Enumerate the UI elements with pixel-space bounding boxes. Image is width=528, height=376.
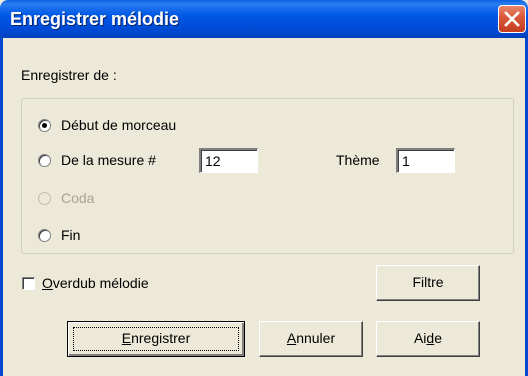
radio-debut[interactable]	[38, 119, 51, 132]
radio-fin[interactable]	[38, 229, 51, 242]
radio-fin-label[interactable]: Fin	[61, 227, 80, 243]
theme-input[interactable]: 1	[396, 148, 455, 173]
help-label-pre: Ai	[413, 330, 427, 346]
close-button[interactable]	[498, 5, 526, 33]
dialog-window: Enregistrer mélodie Enregistrer de : Déb…	[0, 0, 528, 376]
overdub-mnemonic: O	[42, 275, 53, 291]
cancel-label: nnuler	[296, 330, 336, 346]
focus-indicator	[73, 327, 239, 351]
window-title: Enregistrer mélodie	[10, 9, 180, 29]
title-bar[interactable]: Enregistrer mélodie	[0, 0, 528, 38]
radio-mesure[interactable]	[38, 154, 51, 167]
radio-debut-label[interactable]: Début de morceau	[61, 117, 176, 133]
radio-coda-label: Coda	[61, 190, 95, 206]
filter-button[interactable]: Filtre	[376, 265, 480, 301]
close-icon	[504, 11, 520, 27]
theme-label: Thème	[336, 152, 380, 168]
radio-coda	[38, 192, 51, 205]
record-from-label: Enregistrer de :	[21, 67, 117, 83]
record-button[interactable]: Enregistrer	[67, 321, 245, 357]
cancel-mnemonic: A	[286, 330, 297, 346]
mesure-input[interactable]: 12	[199, 148, 258, 173]
overdub-checkbox[interactable]	[22, 277, 35, 290]
radio-mesure-label[interactable]: De la mesure #	[61, 152, 156, 168]
window-frame-left	[0, 38, 3, 376]
overdub-label-text: verdub mélodie	[52, 275, 149, 291]
cancel-button[interactable]: Annuler	[259, 321, 363, 357]
help-label-rest: e	[434, 330, 443, 346]
help-button[interactable]: Aide	[376, 321, 480, 357]
overdub-label[interactable]: Overdub mélodie	[42, 275, 149, 291]
